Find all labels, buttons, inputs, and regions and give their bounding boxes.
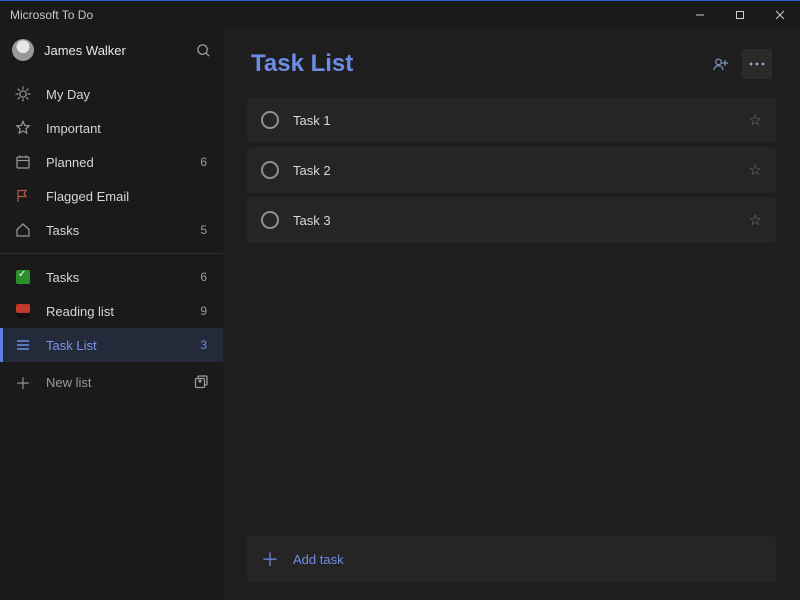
task-row[interactable]: Task 1 ☆ (247, 97, 776, 143)
sidebar-item-label: Flagged Email (46, 189, 193, 204)
home-icon (14, 222, 32, 238)
calendar-icon (14, 154, 32, 170)
task-row[interactable]: Task 3 ☆ (247, 197, 776, 243)
sidebar-item-label: Tasks (46, 223, 186, 238)
sidebar-list-reading[interactable]: Reading list 9 (0, 294, 223, 328)
sidebar-item-planned[interactable]: Planned 6 (0, 145, 223, 179)
task-label: Task 2 (293, 163, 735, 178)
sidebar-item-count: 3 (200, 338, 209, 352)
task-label: Task 1 (293, 113, 735, 128)
sun-icon (14, 86, 32, 102)
main-header: Task List (223, 29, 800, 89)
star-icon[interactable]: ☆ (749, 161, 762, 179)
complete-circle-icon[interactable] (261, 161, 279, 179)
list-icon (14, 337, 32, 353)
avatar (12, 39, 34, 61)
main-panel: Task List Task 1 ☆ Task 2 ☆ Task 3 (223, 29, 800, 600)
divider (0, 253, 223, 254)
sidebar-item-label: Planned (46, 155, 186, 170)
star-icon (14, 120, 32, 136)
sidebar-list-tasklist[interactable]: Task List 3 (0, 328, 223, 362)
sidebar-item-label: My Day (46, 87, 193, 102)
sidebar-item-important[interactable]: Important (0, 111, 223, 145)
new-list-label: New list (46, 375, 179, 390)
title-bar: Microsoft To Do (0, 1, 800, 29)
add-task[interactable]: ＋ Add task (247, 536, 776, 582)
star-icon[interactable]: ☆ (749, 111, 762, 129)
sidebar-item-count: 5 (200, 223, 209, 237)
new-list[interactable]: ＋ New list (0, 362, 223, 402)
add-task-label: Add task (293, 552, 344, 567)
profile[interactable]: James Walker (0, 29, 223, 71)
maximize-button[interactable] (720, 1, 760, 29)
sidebar-item-count: 6 (200, 270, 209, 284)
list-color-icon (14, 270, 32, 284)
list-options-button[interactable] (742, 49, 772, 79)
sidebar-item-flagged[interactable]: Flagged Email (0, 179, 223, 213)
sidebar: James Walker My Day Important (0, 29, 223, 600)
complete-circle-icon[interactable] (261, 111, 279, 129)
task-row[interactable]: Task 2 ☆ (247, 147, 776, 193)
sidebar-item-label: Task List (46, 338, 186, 353)
tasks-container: Task 1 ☆ Task 2 ☆ Task 3 ☆ (223, 89, 800, 245)
share-button[interactable] (706, 49, 736, 79)
close-button[interactable] (760, 1, 800, 29)
task-label: Task 3 (293, 213, 735, 228)
page-title[interactable]: Task List (251, 50, 700, 78)
sidebar-list-tasks[interactable]: Tasks 6 (0, 260, 223, 294)
star-icon[interactable]: ☆ (749, 211, 762, 229)
sidebar-item-label: Tasks (46, 270, 186, 285)
window-controls (680, 1, 800, 29)
user-name: James Walker (44, 43, 186, 58)
sidebar-item-count: 6 (200, 155, 209, 169)
sidebar-item-tasks[interactable]: Tasks 5 (0, 213, 223, 247)
app-title: Microsoft To Do (10, 8, 93, 22)
list-color-icon (14, 304, 32, 318)
sidebar-item-count: 9 (200, 304, 209, 318)
new-group-icon[interactable] (193, 374, 209, 390)
sidebar-item-myday[interactable]: My Day (0, 77, 223, 111)
flag-icon (14, 188, 32, 204)
sidebar-item-label: Reading list (46, 304, 186, 319)
complete-circle-icon[interactable] (261, 211, 279, 229)
plus-icon: ＋ (14, 370, 32, 394)
search-icon[interactable] (196, 43, 211, 58)
minimize-button[interactable] (680, 1, 720, 29)
plus-icon: ＋ (261, 546, 279, 572)
sidebar-item-label: Important (46, 121, 193, 136)
